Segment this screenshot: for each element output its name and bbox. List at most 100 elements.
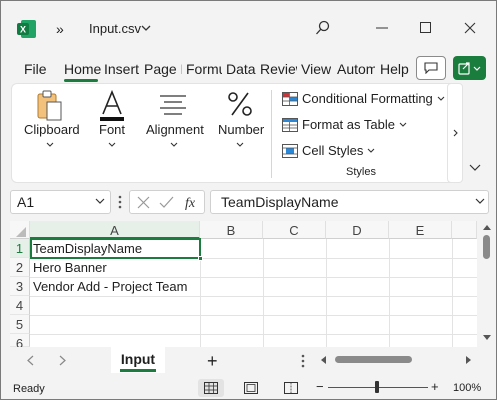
tab-view[interactable]: View [301, 61, 331, 77]
horizontal-scrollbar[interactable] [321, 353, 471, 367]
close-icon [464, 22, 476, 34]
chevron-down-icon [399, 122, 407, 127]
conditional-formatting-button[interactable]: Conditional Formatting [282, 91, 445, 106]
fill-handle[interactable] [198, 256, 203, 261]
ribbon-scroll-right-button[interactable] [447, 83, 463, 183]
row-header-6[interactable]: 6 [10, 334, 30, 351]
column-header-a[interactable]: A [30, 221, 200, 239]
tab-page-layout[interactable]: Page L [144, 61, 182, 77]
horizontal-scroll-thumb[interactable] [335, 356, 412, 363]
page-layout-view-button[interactable] [238, 379, 264, 397]
cell-styles-button[interactable]: Cell Styles [282, 143, 375, 158]
vertical-scroll-thumb[interactable] [483, 235, 490, 259]
add-sheet-button[interactable]: + [207, 351, 218, 372]
column-header-b[interactable]: B [200, 221, 263, 239]
row-header-3[interactable]: 3 [10, 277, 30, 296]
formula-actions: fx [129, 190, 205, 214]
document-title[interactable]: Input.csv [89, 21, 141, 36]
minimize-button[interactable] [371, 17, 393, 39]
column-header-c[interactable]: C [263, 221, 326, 239]
styles-group-label: Styles [346, 166, 376, 178]
formula-input[interactable]: TeamDisplayName [210, 190, 489, 214]
cell-styles-label: Cell Styles [302, 143, 364, 158]
tab-home[interactable]: Home [64, 61, 101, 77]
excel-window: X » Input.csv File Home Insert Page L Fo… [0, 0, 497, 400]
zoom-in-button[interactable]: + [431, 379, 439, 394]
alignment-group[interactable]: Alignment [140, 84, 208, 184]
select-all-triangle-icon [16, 227, 26, 237]
chevron-right-icon [453, 129, 458, 137]
insert-function-icon[interactable]: fx [184, 194, 202, 211]
minimize-icon [376, 27, 388, 29]
alignment-label: Alignment [146, 122, 204, 137]
format-as-table-button[interactable]: Format as Table [282, 117, 407, 132]
row-header-1[interactable]: 1 [10, 239, 30, 258]
cell-a1[interactable]: TeamDisplayName [33, 241, 142, 256]
tab-insert[interactable]: Insert [104, 61, 139, 77]
tab-review[interactable]: Review [260, 61, 297, 77]
format-as-table-icon [282, 117, 298, 132]
more-sheets-icon[interactable] [301, 354, 305, 368]
normal-view-button[interactable] [198, 379, 224, 397]
quick-access-overflow-button[interactable]: » [56, 21, 64, 37]
chevron-down-icon [170, 142, 178, 147]
font-group[interactable]: Font [88, 84, 136, 184]
row-header-5[interactable]: 5 [10, 315, 30, 334]
chevron-down-icon [46, 142, 54, 147]
font-color-icon [100, 90, 124, 121]
prev-sheet-icon[interactable] [27, 355, 34, 366]
tab-automate[interactable]: Autom [337, 61, 375, 77]
chevron-down-icon[interactable] [95, 198, 105, 204]
title-bar: X » Input.csv [1, 1, 496, 57]
chevron-down-icon[interactable] [141, 25, 151, 32]
scroll-left-icon[interactable] [321, 356, 326, 364]
svg-text:X: X [20, 25, 26, 35]
zoom-level[interactable]: 100% [453, 382, 481, 394]
ribbon-panel: Clipboard Font Alignment Number Conditio… [11, 83, 461, 183]
share-button[interactable] [453, 56, 486, 80]
zoom-out-button[interactable]: − [316, 379, 324, 394]
scroll-up-icon[interactable] [483, 225, 491, 230]
clipboard-label: Clipboard [24, 122, 80, 137]
scroll-down-icon[interactable] [483, 335, 491, 340]
cell-styles-icon [282, 143, 298, 158]
ribbon-expand-chevron-icon[interactable] [469, 164, 481, 171]
active-sheet-indicator [120, 369, 156, 372]
tab-file[interactable]: File [24, 61, 47, 77]
close-button[interactable] [459, 17, 481, 39]
tab-help[interactable]: Help [380, 61, 409, 77]
tab-data[interactable]: Data [226, 61, 256, 77]
column-header-e[interactable]: E [389, 221, 452, 239]
cancel-icon[interactable] [137, 196, 150, 209]
expand-formula-bar-icon[interactable] [475, 198, 485, 204]
comment-icon [424, 62, 438, 74]
page-break-view-button[interactable] [278, 379, 304, 397]
zoom-slider-thumb[interactable] [375, 381, 379, 393]
font-label: Font [99, 122, 126, 137]
clipboard-group[interactable]: Clipboard [12, 84, 87, 184]
row-header-2[interactable]: 2 [10, 258, 30, 277]
cell-a3[interactable]: Vendor Add - Project Team [33, 279, 187, 294]
vertical-scrollbar[interactable] [479, 221, 494, 347]
comments-button[interactable] [416, 56, 446, 80]
scroll-right-icon[interactable] [466, 356, 471, 364]
next-sheet-icon[interactable] [59, 355, 66, 366]
column-header-d[interactable]: D [326, 221, 389, 239]
cell-a2[interactable]: Hero Banner [33, 260, 107, 275]
normal-view-icon [204, 382, 218, 394]
number-group[interactable]: Number [212, 84, 268, 184]
maximize-icon [420, 22, 431, 33]
more-options-icon[interactable] [118, 194, 122, 210]
chevron-down-icon [368, 148, 375, 153]
select-all-corner[interactable] [10, 221, 30, 239]
conditional-formatting-icon [282, 91, 298, 106]
search-icon[interactable] [315, 20, 331, 36]
enter-check-icon[interactable] [159, 196, 174, 209]
excel-logo-icon: X [17, 20, 36, 38]
maximize-button[interactable] [415, 17, 437, 39]
percent-icon [228, 92, 252, 116]
column-header-f[interactable] [452, 221, 477, 239]
tab-formulas[interactable]: Formu [186, 61, 222, 77]
row-header-4[interactable]: 4 [10, 296, 30, 315]
status-text: Ready [13, 383, 45, 395]
